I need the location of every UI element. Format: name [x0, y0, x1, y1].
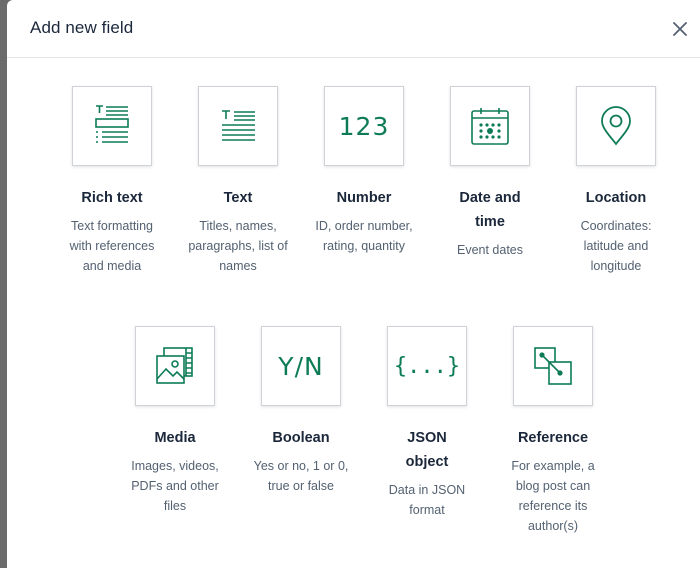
media-tile[interactable]: [135, 326, 215, 406]
text-tile[interactable]: [198, 86, 278, 166]
media-description: Images, videos, PDFs and other files: [131, 459, 219, 513]
media-icon: [156, 347, 193, 384]
field-card-date-time[interactable]: Date and time Event dates: [427, 86, 553, 276]
json-icon: {...}: [393, 353, 461, 379]
field-card-text[interactable]: Text Titles, names, paragraphs, list of …: [175, 86, 301, 276]
rich-text-title: Rich text: [81, 190, 143, 206]
number-description: ID, order number, rating, quantity: [315, 219, 413, 253]
number-icon: 123: [338, 111, 390, 141]
boolean-title: Boolean: [272, 430, 330, 446]
json-tile[interactable]: {...}: [387, 326, 467, 406]
location-description: Coordinates: latitude and longitude: [580, 219, 652, 273]
close-icon: [673, 22, 687, 36]
modal-header: Add new field: [7, 0, 700, 58]
field-card-boolean[interactable]: Y/N Boolean Yes or no, 1 or 0, true or f…: [238, 326, 364, 536]
reference-icon: [534, 347, 572, 385]
field-card-rich-text[interactable]: Rich text Text formatting with reference…: [49, 86, 175, 276]
text-icon: [222, 110, 255, 141]
close-button[interactable]: [668, 17, 692, 41]
text-title: Text: [223, 190, 253, 206]
boolean-icon: Y/N: [278, 351, 324, 381]
rich-text-description: Text formatting with references and medi…: [69, 219, 155, 273]
reference-title: Reference: [517, 430, 589, 446]
location-pin-icon: [601, 106, 631, 146]
field-types-row-1: Rich text Text formatting with reference…: [49, 86, 679, 276]
json-description: Data in JSON format: [388, 483, 466, 517]
media-title: Media: [154, 430, 196, 446]
date-time-tile[interactable]: [450, 86, 530, 166]
location-title: Location: [585, 190, 647, 206]
boolean-description: Yes or no, 1 or 0, true or false: [253, 459, 349, 493]
json-title: JSON object: [405, 430, 449, 470]
rich-text-tile[interactable]: [72, 86, 152, 166]
field-card-media[interactable]: Media Images, videos, PDFs and other fil…: [112, 326, 238, 536]
date-time-title: Date and time: [459, 190, 521, 230]
field-types-row-2: Media Images, videos, PDFs and other fil…: [112, 326, 616, 536]
boolean-tile[interactable]: Y/N: [261, 326, 341, 406]
calendar-icon: [471, 108, 509, 145]
reference-description: For example, a blog post can reference i…: [511, 459, 595, 533]
rich-text-icon: [95, 105, 129, 143]
location-tile[interactable]: [576, 86, 656, 166]
modal-title: Add new field: [30, 18, 134, 37]
number-tile[interactable]: 123: [324, 86, 404, 166]
add-field-modal: Add new field Rich text Text formatting …: [7, 0, 700, 568]
date-time-description: Event dates: [456, 243, 523, 257]
number-title: Number: [336, 190, 392, 206]
field-card-number[interactable]: 123 Number ID, order number, rating, qua…: [301, 86, 427, 276]
field-card-json[interactable]: {...} JSON object Data in JSON format: [364, 326, 490, 536]
reference-tile[interactable]: [513, 326, 593, 406]
text-description: Titles, names, paragraphs, list of names: [188, 219, 288, 273]
field-card-reference[interactable]: Reference For example, a blog post can r…: [490, 326, 616, 536]
field-card-location[interactable]: Location Coordinates: latitude and longi…: [553, 86, 679, 276]
